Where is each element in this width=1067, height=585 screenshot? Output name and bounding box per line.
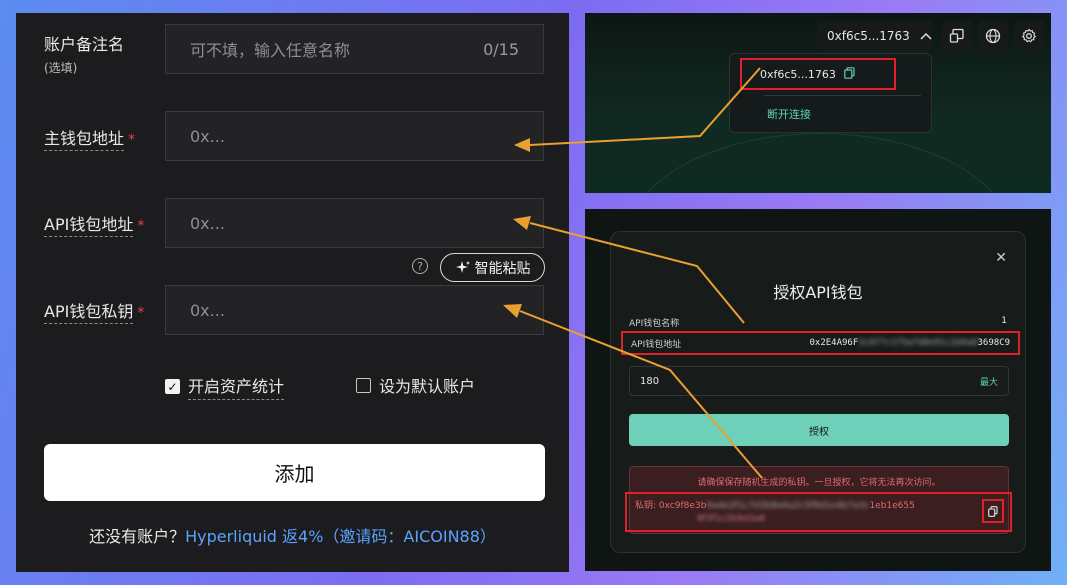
api-wallet-name-label: API钱包名称 [629, 319, 680, 329]
max-button[interactable]: 最大 [980, 375, 998, 388]
authorize-days-input[interactable]: 180 最大 [629, 366, 1009, 396]
globe-icon[interactable] [978, 21, 1008, 51]
api-wallet-address-highlight: API钱包地址 0x2E4A96F3c6f7c1f5a7d8e91c2d4a83… [621, 331, 1020, 355]
private-key-suffix: 1eb1e655 [869, 501, 915, 511]
chevron-up-icon [920, 29, 932, 44]
background-arc [625, 133, 1015, 193]
api-wallet-name-row: API钱包名称 1 [629, 316, 1007, 329]
wallet-header-screenshot: 0xf6c5...1763 0xf6c5...1763 断开连接 [585, 13, 1051, 193]
copy-icon[interactable] [844, 66, 855, 82]
sparkle-icon [455, 260, 470, 273]
private-key-blurred: 9a4e2f1c7d3b8e6a2c5f9d1e4b7a3c [706, 501, 870, 511]
swap-window-icon[interactable] [942, 21, 972, 51]
close-icon[interactable]: ✕ [995, 250, 1007, 266]
default-account-label: 设为默认账户 [379, 377, 476, 396]
private-key-prefix: 私钥: 0xc9f8e3b [635, 501, 707, 511]
api-wallet-placeholder: 0x... [190, 213, 225, 233]
modal-title: 授权API钱包 [773, 283, 863, 302]
address-blurred: 3c6f7c1f5a7d8e91c2d4a8 [858, 338, 978, 348]
signup-footer: 还没有账户？Hyperliquid 返4%（邀请码：AICOIN88） [16, 523, 569, 547]
address-suffix: 3698C9 [977, 338, 1010, 348]
required-mark: * [137, 305, 145, 321]
add-account-form: 账户备注名 (选填) 可不填，输入任意名称 0/15 主钱包地址 * 0x... … [16, 13, 569, 572]
dropdown-divider [764, 95, 921, 96]
main-wallet-input[interactable]: 0x... [165, 111, 544, 161]
footer-prefix: 还没有账户？ [89, 527, 186, 546]
smart-paste-button[interactable]: 智能粘贴 [440, 253, 545, 282]
api-wallet-input[interactable]: 0x... [165, 198, 544, 248]
help-icon[interactable]: ? [412, 258, 428, 274]
api-wallet-name-value: 1 [1001, 316, 1007, 326]
api-wallet-address-label: API钱包地址 [631, 339, 682, 350]
api-wallet-address-value: 0x2E4A96F3c6f7c1f5a7d8e91c2d4a83698C9 [809, 338, 1010, 348]
api-key-label-text: API钱包私钥 [44, 302, 134, 324]
required-mark: * [137, 218, 145, 234]
authorize-button[interactable]: 授权 [629, 414, 1009, 446]
note-char-counter: 0/15 [483, 39, 519, 59]
main-wallet-placeholder: 0x... [190, 126, 225, 146]
api-key-input[interactable]: 0x... [165, 285, 544, 335]
wallet-dropdown-menu: 0xf6c5...1763 断开连接 [729, 53, 932, 133]
address-prefix: 0x2E4A96F [809, 338, 859, 348]
copy-private-key-icon[interactable] [982, 499, 1004, 523]
enable-stats-checkbox[interactable]: ✓ 开启资产统计 [165, 373, 285, 400]
smart-paste-label: 智能粘贴 [474, 260, 531, 277]
checkbox-unchecked-icon [356, 377, 371, 393]
api-key-label: API钱包私钥 * [44, 298, 145, 324]
api-wallet-label: API钱包地址 * [44, 211, 145, 237]
days-value: 180 [640, 375, 660, 387]
gear-icon[interactable] [1014, 21, 1044, 51]
note-placeholder: 可不填，输入任意名称 [190, 41, 351, 60]
authorize-api-wallet-modal: ✕ 授权API钱包 API钱包名称 1 API钱包地址 0x2E4A96F3c6… [610, 231, 1026, 553]
hyperliquid-referral-link[interactable]: Hyperliquid 返4%（邀请码：AICOIN88） [185, 527, 496, 546]
note-label-text: 账户备注名 [44, 35, 125, 54]
note-optional-hint: (选填) [44, 61, 78, 75]
api-wallet-label-text: API钱包地址 [44, 215, 134, 237]
authorize-api-screenshot: ✕ 授权API钱包 API钱包名称 1 API钱包地址 0x2E4A96F3c6… [585, 209, 1051, 571]
enable-stats-label: 开启资产统计 [188, 373, 285, 400]
required-mark: * [128, 132, 136, 148]
disconnect-menu-item[interactable]: 断开连接 [767, 106, 811, 122]
private-key-highlight: 私钥: 0xc9f8e3b9a4e2f1c7d3b8e6a2c5f9d1e4b7… [625, 492, 1012, 532]
wallet-address-text: 0xf6c5...1763 [827, 29, 910, 43]
add-button[interactable]: 添加 [44, 444, 545, 501]
api-key-placeholder: 0x... [190, 300, 225, 320]
private-key-warning: 请确保保存随机生成的私钥。一旦授权，它将无法再次访问。 私钥: 0xc9f8e3… [625, 466, 1012, 534]
dropdown-address-text: 0xf6c5...1763 [760, 67, 836, 81]
default-account-checkbox[interactable]: 设为默认账户 [356, 373, 475, 397]
note-label: 账户备注名 (选填) [44, 31, 124, 76]
dropdown-address-highlight[interactable]: 0xf6c5...1763 [740, 58, 896, 90]
main-wallet-label-text: 主钱包地址 [44, 129, 125, 151]
checkbox-checked-icon: ✓ [165, 379, 180, 394]
main-wallet-label: 主钱包地址 * [44, 125, 136, 151]
private-key-line2: 8f3f1c2b9d3a6 [697, 514, 766, 524]
wallet-address-button[interactable]: 0xf6c5...1763 [817, 21, 932, 51]
note-input[interactable]: 可不填，输入任意名称 0/15 [165, 24, 544, 74]
warning-text: 请确保保存随机生成的私钥。一旦授权，它将无法再次访问。 [697, 478, 941, 488]
